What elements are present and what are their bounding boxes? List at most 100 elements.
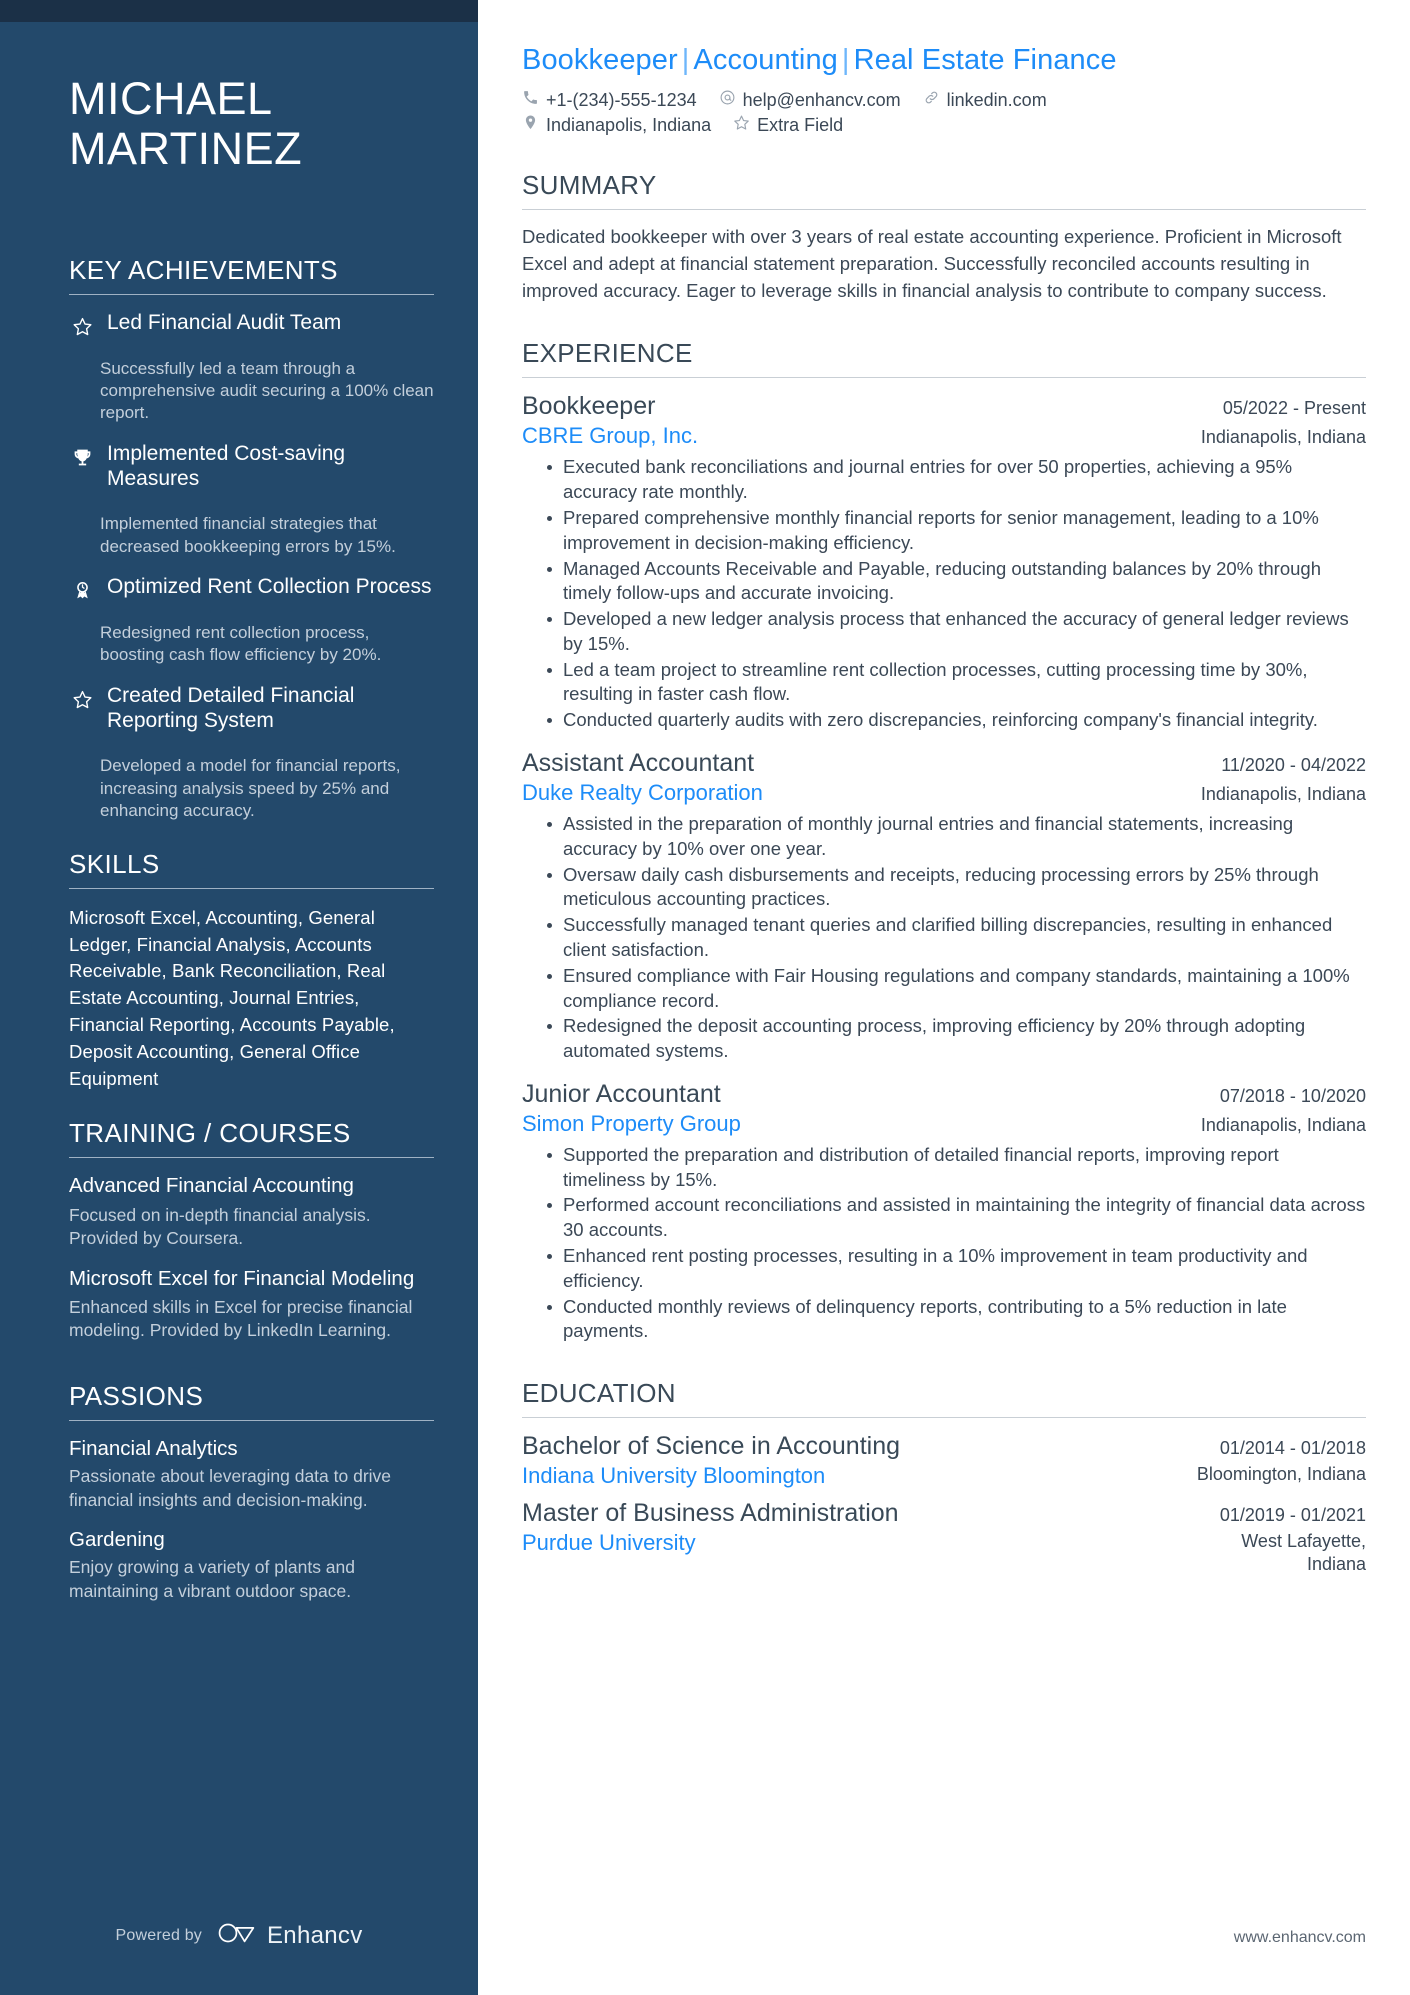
location-pin-icon	[522, 114, 546, 136]
passion-item: Gardening Enjoy growing a variety of pla…	[69, 1528, 434, 1603]
headline-part-2: Accounting	[693, 44, 838, 76]
job-bullet: Prepared comprehensive monthly financial…	[547, 506, 1366, 556]
education-dates: 01/2014 - 01/2018	[1219, 1438, 1366, 1459]
headline-separator: |	[841, 44, 850, 76]
name-first: MICHAEL	[69, 73, 273, 124]
education-degree: Master of Business Administration	[522, 1499, 899, 1528]
section-summary: SUMMARY Dedicated bookkeeper with over 3…	[522, 170, 1366, 304]
course-description: Focused on in-depth financial analysis. …	[69, 1205, 371, 1249]
achievement-item: Created Detailed Financial Reporting Sys…	[69, 684, 434, 739]
job-bullet: Assisted in the preparation of monthly j…	[547, 812, 1366, 862]
name-last: MARTINEZ	[69, 123, 303, 175]
powered-by-label: Powered by	[115, 1926, 202, 1944]
achievement-description: Successfully led a team through a compre…	[100, 358, 434, 423]
linkedin-text: linkedin.com	[946, 89, 1047, 110]
skills-list: Microsoft Excel, Accounting, General Led…	[69, 906, 395, 1089]
contact-location: Indianapolis, Indiana	[522, 114, 711, 136]
link-icon	[923, 89, 947, 111]
job-bullet: Oversaw daily cash disbursements and rec…	[547, 863, 1366, 913]
achievement-description: Developed a model for financial reports,…	[100, 756, 401, 821]
education-entry: Bachelor of Science in Accounting 01/201…	[522, 1432, 1366, 1489]
course-title: Advanced Financial Accounting	[69, 1174, 354, 1198]
experience-entry: Junior Accountant 07/2018 - 10/2020 Simo…	[522, 1080, 1366, 1344]
job-bullet: Ensured compliance with Fair Housing reg…	[547, 964, 1366, 1014]
job-company[interactable]: Duke Realty Corporation	[522, 780, 763, 806]
experience-heading: EXPERIENCE	[522, 338, 693, 369]
passion-description: Passionate about leveraging data to driv…	[69, 1466, 392, 1510]
job-bullets: Assisted in the preparation of monthly j…	[522, 812, 1366, 1064]
job-bullet: Executed bank reconciliations and journa…	[547, 455, 1366, 505]
section-training-courses: TRAINING / COURSES Advanced Financial Ac…	[69, 1096, 434, 1342]
contact-phone[interactable]: +1-(234)-555-1234	[522, 89, 697, 111]
education-entry: Master of Business Administration 01/201…	[522, 1499, 1366, 1577]
experience-entry: Assistant Accountant 11/2020 - 04/2022 D…	[522, 749, 1366, 1064]
achievement-item: Led Financial Audit Team	[69, 311, 434, 341]
achievement-title: Optimized Rent Collection Process	[107, 575, 432, 599]
job-dates: 11/2020 - 04/2022	[1221, 755, 1366, 776]
divider	[522, 1417, 1366, 1419]
education-school[interactable]: Indiana University Bloomington	[522, 1463, 825, 1489]
email-text: help@enhancv.com	[742, 89, 901, 110]
passion-description: Enjoy growing a variety of plants and ma…	[69, 1557, 355, 1601]
location-text: Indianapolis, Indiana	[546, 114, 712, 135]
job-bullet: Enhanced rent posting processes, resulti…	[547, 1244, 1366, 1294]
contact-row-primary: +1-(234)-555-1234 help@enhancv.com linke…	[522, 89, 1366, 111]
education-dates: 01/2019 - 01/2021	[1219, 1505, 1366, 1526]
job-bullets: Executed bank reconciliations and journa…	[522, 455, 1366, 733]
phone-icon	[522, 89, 546, 111]
passion-item: Financial Analytics Passionate about lev…	[69, 1437, 434, 1512]
job-title: Assistant Accountant	[522, 749, 755, 778]
enhancv-brand: Enhancv	[218, 1920, 363, 1951]
job-dates: 05/2022 - Present	[1222, 398, 1366, 419]
summary-text: Dedicated bookkeeper with over 3 years o…	[522, 226, 1342, 301]
key-achievements-heading: KEY ACHIEVEMENTS	[69, 254, 338, 285]
job-location: Indianapolis, Indiana	[1200, 427, 1366, 448]
job-bullet: Successfully managed tenant queries and …	[547, 913, 1366, 963]
sidebar: MICHAEL MARTINEZ KEY ACHIEVEMENTS Led Fi…	[0, 0, 478, 1995]
main-content: Bookkeeper | Accounting | Real Estate Financ…	[478, 0, 1410, 1995]
divider	[69, 1157, 434, 1159]
job-bullets: Supported the preparation and distributi…	[522, 1143, 1366, 1344]
star-icon	[69, 684, 95, 710]
contact-extra-field: Extra Field	[733, 114, 843, 136]
course-item: Microsoft Excel for Financial Modeling E…	[69, 1267, 434, 1343]
job-bullet: Managed Accounts Receivable and Payable,…	[547, 557, 1366, 607]
extra-field-text: Extra Field	[757, 114, 844, 135]
contact-row-secondary: Indianapolis, Indiana Extra Field	[522, 114, 1366, 136]
divider	[69, 887, 434, 889]
achievement-item: Optimized Rent Collection Process	[69, 575, 434, 605]
contact-email[interactable]: help@enhancv.com	[719, 89, 901, 111]
headline-part-1: Bookkeeper	[522, 44, 678, 76]
sidebar-footer: Powered by Enhancv	[0, 1920, 478, 1951]
sidebar-top-accent-bar	[0, 0, 478, 22]
resume-page: MICHAEL MARTINEZ KEY ACHIEVEMENTS Led Fi…	[0, 0, 1410, 1995]
section-key-achievements: KEY ACHIEVEMENTS Led Financial Audit Tea…	[69, 233, 434, 823]
education-degree: Bachelor of Science in Accounting	[522, 1432, 901, 1461]
job-bullet: Redesigned the deposit accounting proces…	[547, 1014, 1366, 1064]
course-title: Microsoft Excel for Financial Modeling	[69, 1266, 415, 1290]
job-location: Indianapolis, Indiana	[1200, 784, 1366, 805]
job-company[interactable]: CBRE Group, Inc.	[522, 423, 698, 449]
divider	[69, 293, 434, 295]
achievement-title: Led Financial Audit Team	[107, 310, 342, 334]
education-school[interactable]: Purdue University	[522, 1530, 696, 1556]
job-title: Junior Accountant	[522, 1079, 721, 1108]
job-bullet: Conducted monthly reviews of delinquency…	[547, 1295, 1366, 1345]
contact-linkedin[interactable]: linkedin.com	[923, 89, 1047, 111]
education-location: Bloomington, Indiana	[1196, 1464, 1366, 1485]
course-item: Advanced Financial Accounting Focused on…	[69, 1174, 434, 1250]
education-heading: EDUCATION	[522, 1378, 676, 1409]
passions-heading: PASSIONS	[69, 1380, 204, 1411]
job-title: Bookkeeper	[522, 392, 656, 421]
job-company[interactable]: Simon Property Group	[522, 1111, 741, 1137]
job-location: Indianapolis, Indiana	[1200, 1114, 1366, 1135]
phone-text: +1-(234)-555-1234	[546, 89, 697, 110]
candidate-name: MICHAEL MARTINEZ	[69, 73, 434, 175]
enhancv-brand-name: Enhancv	[267, 1921, 363, 1949]
education-location: West Lafayette, Indiana	[1241, 1531, 1366, 1575]
achievement-description: Redesigned rent collection process, boos…	[100, 623, 382, 665]
achievement-description: Implemented financial strategies that de…	[100, 514, 396, 556]
skills-heading: SKILLS	[69, 848, 160, 879]
divider	[522, 377, 1366, 379]
job-bullet: Led a team project to streamline rent co…	[547, 658, 1366, 708]
